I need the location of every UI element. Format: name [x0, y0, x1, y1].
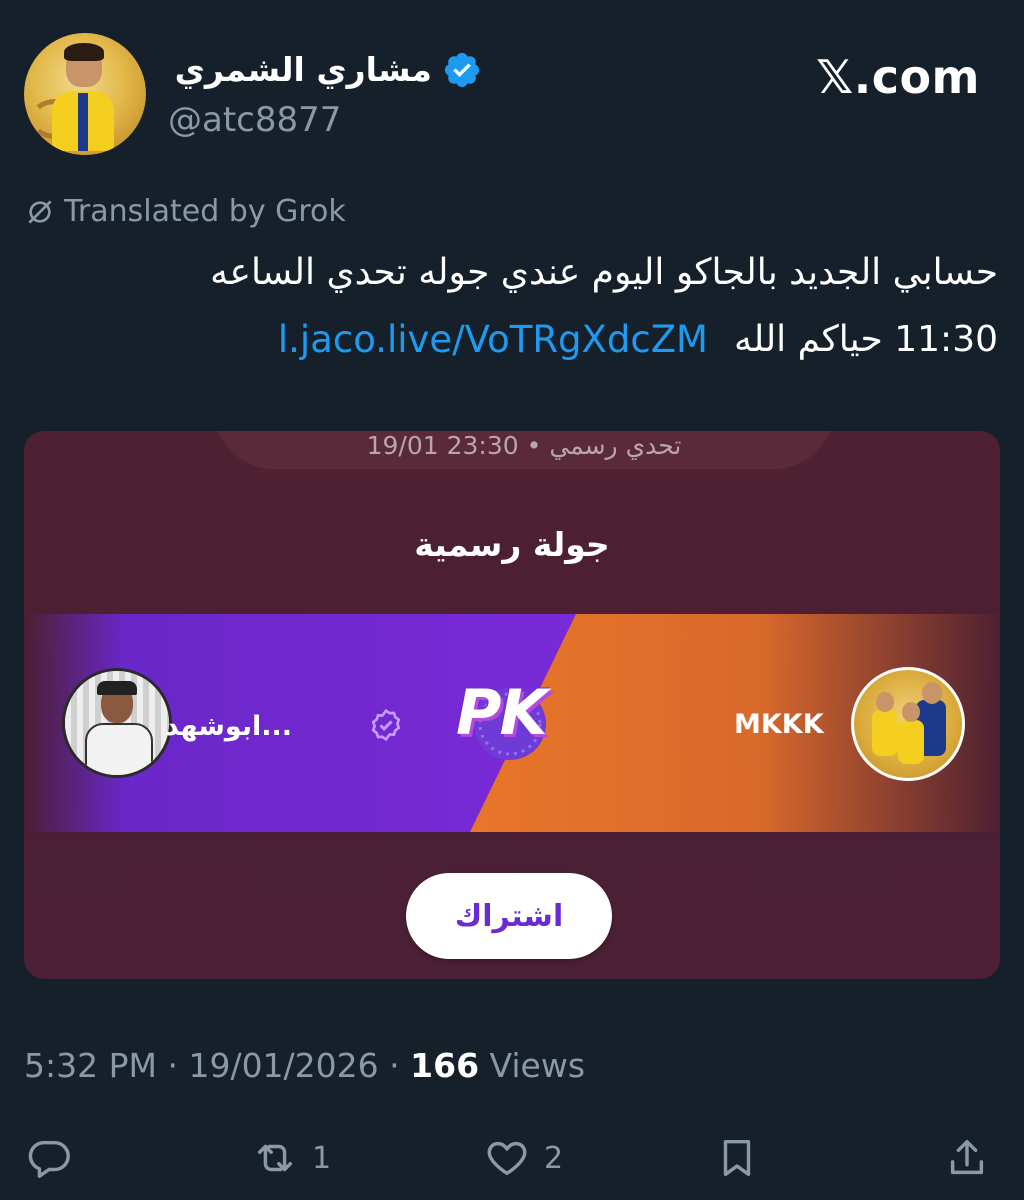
- author-handle[interactable]: @atc8877: [168, 100, 341, 140]
- subscribe-button[interactable]: اشتراك: [406, 873, 612, 959]
- heart-icon: [487, 1141, 527, 1176]
- player-left-avatar[interactable]: [62, 668, 172, 778]
- avatar-head: [922, 682, 942, 704]
- pk-label: PK: [456, 676, 547, 749]
- tweet-text-line-2: l.jaco.live/VoTRgXdcZM 11:30 حياكم الله: [278, 318, 998, 361]
- x-brand-logo: 𝕏.com: [816, 50, 980, 104]
- author-avatar[interactable]: [24, 33, 146, 155]
- tweet-meta: 5:32 PM · 19/01/2026 · 166 Views: [24, 1046, 585, 1085]
- like-count: 2: [544, 1140, 564, 1176]
- media-card[interactable]: 19/01 23:30 • تحدي رسمي جولة رسمية ...اب…: [24, 431, 1000, 979]
- grok-icon: [28, 199, 52, 224]
- tweet-link[interactable]: l.jaco.live/VoTRgXdcZM: [278, 318, 708, 361]
- avatar-figure: [872, 710, 898, 756]
- translation-label: Translated by Grok: [64, 194, 346, 229]
- avatar-figure: [898, 720, 924, 764]
- author-display-name[interactable]: مشاري الشمري: [175, 50, 432, 89]
- like-button[interactable]: 2: [484, 1134, 563, 1182]
- views-count: 166: [410, 1046, 480, 1085]
- avatar-head: [876, 692, 894, 712]
- verified-badge-icon: [444, 52, 480, 88]
- tweet-text-line-2-body: 11:30 حياكم الله: [733, 319, 998, 360]
- separator-dot: ·: [167, 1046, 189, 1085]
- avatar-hair: [64, 43, 104, 61]
- avatar-shirt-stripe: [78, 93, 88, 151]
- share-button[interactable]: [944, 1134, 990, 1182]
- player-right-name: MKKK: [734, 709, 824, 740]
- retweet-button[interactable]: 1: [252, 1134, 331, 1182]
- player-right-avatar[interactable]: [851, 667, 965, 781]
- avatar-head: [902, 702, 920, 722]
- player-verified-icon: [371, 708, 401, 742]
- reply-icon: [28, 1140, 70, 1178]
- avatar-cap: [97, 681, 137, 695]
- bookmark-button[interactable]: [714, 1134, 760, 1182]
- avatar-body: [85, 723, 153, 775]
- card-meta: 19/01 23:30 • تحدي رسمي: [366, 431, 682, 460]
- translation-notice[interactable]: Translated by Grok: [24, 194, 346, 229]
- share-icon: [950, 1139, 984, 1175]
- reply-button[interactable]: [26, 1134, 72, 1182]
- separator-dot: ·: [389, 1046, 411, 1085]
- tweet-text-line-1: حسابي الجديد بالجاكو اليوم عندي جوله تحد…: [210, 252, 998, 293]
- player-left-name: ...ابوشهد: [164, 711, 292, 742]
- retweet-icon: [257, 1144, 293, 1172]
- card-title: جولة رسمية: [414, 525, 610, 564]
- views-label: Views: [489, 1046, 586, 1085]
- bookmark-icon: [723, 1139, 751, 1177]
- tweet-time[interactable]: 5:32 PM: [24, 1046, 157, 1085]
- retweet-count: 1: [312, 1140, 332, 1176]
- tweet-date[interactable]: 19/01/2026: [188, 1046, 378, 1085]
